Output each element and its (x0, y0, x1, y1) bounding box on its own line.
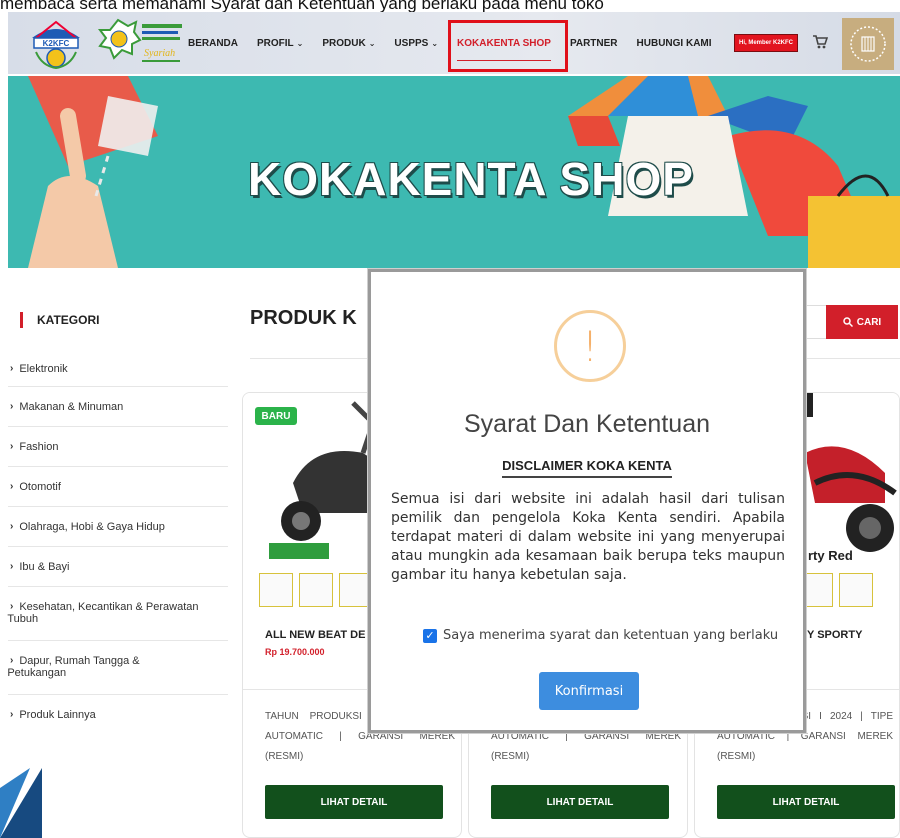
checkbox-checked-icon[interactable]: ✓ (423, 628, 437, 643)
modal-body: Semua isi dari website ini adalah hasil … (391, 491, 785, 583)
confirm-button[interactable]: Konfirmasi (539, 672, 639, 710)
warning-icon: ! (554, 310, 626, 382)
modal-subtitle: DISCLAIMER KOKA KENTA (371, 458, 803, 478)
accept-terms-checkbox-row[interactable]: ✓ Saya menerima syarat dan ketentuan yan… (423, 628, 778, 643)
terms-modal: ! Syarat Dan Ketentuan DISCLAIMER KOKA K… (368, 269, 806, 733)
checkbox-label[interactable]: Saya menerima syarat dan ketentuan yang … (443, 628, 778, 643)
modal-subtitle-text: DISCLAIMER KOKA KENTA (502, 458, 672, 478)
modal-title: Syarat Dan Ketentuan (464, 410, 710, 438)
